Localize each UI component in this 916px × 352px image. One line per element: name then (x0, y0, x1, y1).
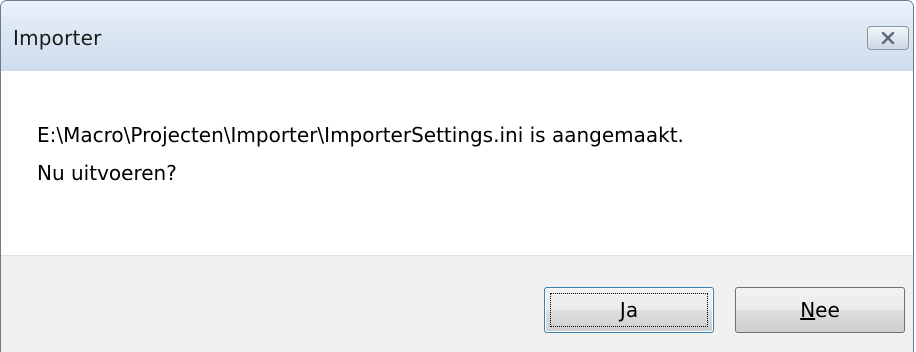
close-button[interactable] (867, 26, 909, 50)
yes-button[interactable]: Ja (544, 287, 714, 333)
no-button-label-rest: ee (815, 298, 840, 322)
no-button-label: Nee (800, 298, 840, 322)
message-area: E:\Macro\Projecten\Importer\ImporterSett… (1, 71, 913, 255)
no-button[interactable]: Nee (735, 287, 905, 333)
message-line-question: Nu uitvoeren? (37, 161, 177, 185)
yes-button-label: Ja (620, 298, 638, 322)
message-line-path: E:\Macro\Projecten\Importer\ImporterSett… (37, 123, 684, 147)
no-button-mnemonic: N (800, 298, 816, 322)
close-icon (881, 31, 895, 45)
message-dialog: Importer E:\Macro\Projecten\Importer\Imp… (0, 0, 914, 352)
yes-button-label-rest: a (625, 298, 639, 322)
window-title: Importer (13, 26, 102, 50)
title-bar[interactable]: Importer (1, 1, 913, 71)
button-bar: Ja Nee (1, 255, 913, 352)
